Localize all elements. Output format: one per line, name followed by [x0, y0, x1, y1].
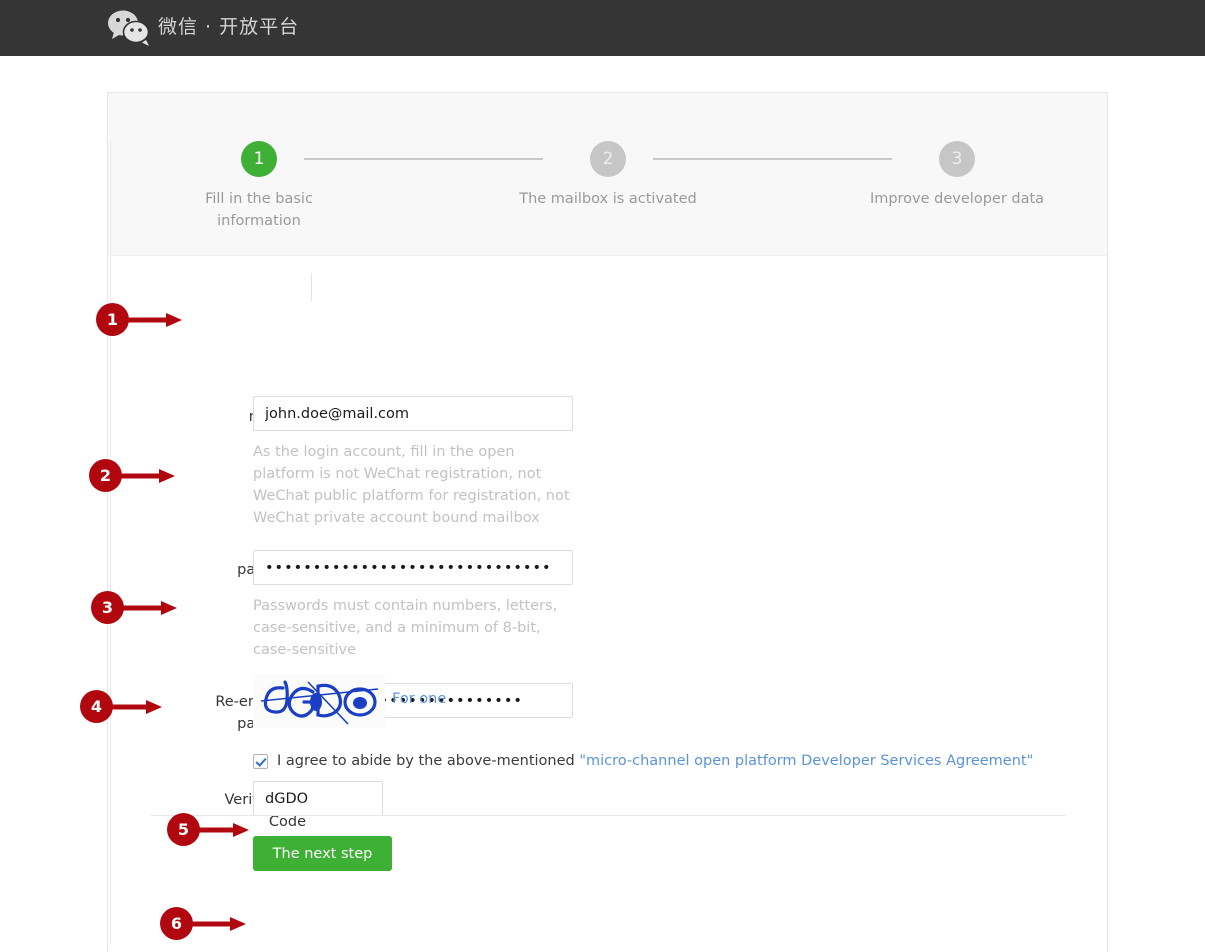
annotation-arrow-6 [192, 917, 246, 931]
annotation-badge-5: 5 [167, 813, 200, 846]
step-2-number: 2 [590, 141, 626, 177]
stepper-step-2: 2 The mailbox is activated [513, 141, 703, 210]
agreement-text-prefix: I agree to abide by the above-mentioned [277, 753, 580, 769]
captcha-image[interactable] [253, 674, 385, 728]
stepper-label-divider [311, 273, 312, 301]
form-divider [151, 815, 1066, 816]
wechat-logo-icon [106, 8, 152, 48]
captcha-refresh-link[interactable]: For one [392, 691, 446, 707]
annotation-arrow-5 [199, 823, 249, 837]
step-3-label: Improve developer data [869, 191, 1045, 207]
mailbox-input[interactable] [253, 396, 573, 431]
annotation-badge-4: 4 [80, 690, 113, 723]
stepper-step-3: 3 Improve developer data [862, 141, 1052, 210]
annotation-arrow-3 [123, 601, 177, 615]
annotation-badge-3: 3 [91, 591, 124, 624]
left-guide-rule [110, 140, 111, 945]
agreement-checkbox[interactable] [253, 753, 268, 769]
annotation-arrow-4 [112, 700, 162, 714]
step-2-label: The mailbox is activated [519, 191, 697, 207]
password-input[interactable] [253, 550, 573, 585]
verification-code-input[interactable] [253, 781, 383, 816]
brand-title: 微信 · 开放平台 [158, 16, 300, 38]
site-header: 微信 · 开放平台 [0, 0, 1205, 56]
annotation-badge-6: 6 [160, 907, 193, 940]
mailbox-hint: As the login account, fill in the open p… [253, 444, 570, 526]
stepper-step-1: 1 Fill in the basic information [164, 141, 354, 232]
password-hint: Passwords must contain numbers, letters,… [253, 598, 558, 658]
annotation-badge-2: 2 [89, 459, 122, 492]
annotation-badge-1: 1 [96, 303, 129, 336]
agreement-text: I agree to abide by the above-mentioned … [277, 753, 1033, 769]
step-1-number: 1 [241, 141, 277, 177]
registration-card: 1 Fill in the basic information 2 The ma… [107, 92, 1108, 952]
step-1-label: Fill in the basic information [205, 191, 313, 229]
agreement-row: I agree to abide by the above-mentioned … [253, 753, 1033, 769]
progress-stepper: 1 Fill in the basic information 2 The ma… [108, 93, 1107, 301]
step-3-number: 3 [939, 141, 975, 177]
next-step-button[interactable]: The next step [253, 836, 392, 871]
annotation-arrow-1 [128, 313, 182, 327]
annotation-arrow-2 [121, 469, 175, 483]
agreement-link[interactable]: "micro-channel open platform Developer S… [579, 753, 1033, 769]
